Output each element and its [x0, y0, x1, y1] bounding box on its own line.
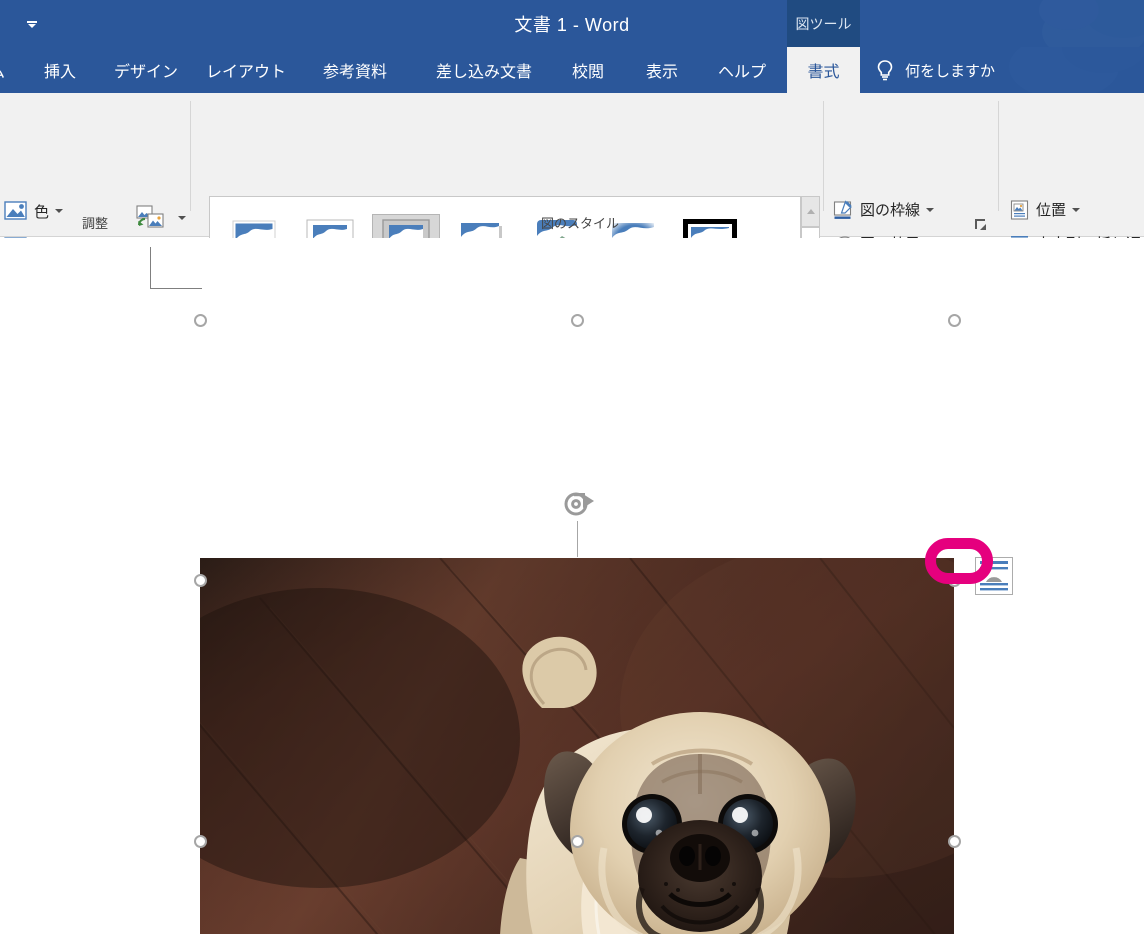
tab-label: 参考資料: [322, 64, 387, 81]
handle-top-center[interactable]: [571, 314, 584, 327]
group-label-picture-styles: 図のスタイル: [540, 216, 619, 231]
handle-bottom-left[interactable]: [194, 835, 207, 848]
ribbon-tab-strip: 何をしますか 挿入 デザイン レイアウト 参考資料 差し込み文書 校閲 表示 ヘルプ 書式 ム: [0, 47, 1144, 93]
position-button[interactable]: 位置: [1010, 199, 1081, 220]
position-label: 位置: [1036, 202, 1067, 219]
gallery-scroll-up-button[interactable]: [801, 196, 820, 227]
handle-middle-right[interactable]: [948, 574, 961, 587]
layout-options-button[interactable]: [975, 557, 1013, 595]
document-canvas[interactable]: [0, 238, 1144, 934]
handle-middle-left[interactable]: [194, 574, 207, 587]
position-icon: [1010, 199, 1029, 220]
tab-3[interactable]: 参考資料: [309, 47, 401, 93]
tab-0[interactable]: 挿入: [35, 47, 85, 93]
title-bar: 文書 1 - Word 図ツール: [0, 0, 1144, 47]
tab-label: 書式: [807, 64, 840, 81]
handle-top-left[interactable]: [194, 314, 207, 327]
rotate-handle[interactable]: [561, 488, 595, 522]
picture-styles-dialog-launcher[interactable]: [973, 217, 989, 233]
tell-me-box[interactable]: 何をしますか: [875, 47, 995, 93]
handle-bottom-center[interactable]: [571, 835, 584, 848]
rotate-stem: [577, 521, 578, 557]
word-window: 文書 1 - Word 図ツール 何をしますか 挿入 デザイン レイアウト 参考資料 差…: [0, 0, 1144, 934]
handle-bottom-right[interactable]: [948, 835, 961, 848]
tab-label: 差し込み文書: [435, 64, 532, 81]
group-separator-borders: [998, 101, 999, 211]
picture-border-button[interactable]: 図の枠線: [833, 199, 935, 220]
tab-6[interactable]: 表示: [637, 47, 687, 93]
pug-puppy-photo[interactable]: [200, 558, 954, 934]
tab-2[interactable]: レイアウト: [203, 47, 289, 93]
chevron-down-icon[interactable]: [1072, 207, 1081, 212]
group-separator-styles: [823, 101, 824, 211]
picture-border-icon: [833, 199, 853, 220]
tab-label: ヘルプ: [718, 64, 767, 81]
page-title: 文書 1 - Word: [514, 15, 630, 35]
group-label-adjust: 調整: [81, 216, 108, 231]
picture-border-label: 図の枠線: [860, 202, 921, 219]
tab-4[interactable]: 差し込み文書: [419, 47, 549, 93]
group-separator-adjust: [190, 101, 191, 211]
tab-label: 挿入: [44, 64, 77, 81]
contextual-tab-group-label: 図ツール: [787, 0, 860, 47]
tab-8[interactable]: 書式: [787, 47, 860, 93]
tab-label: 表示: [646, 64, 679, 81]
tab-5[interactable]: 校閲: [563, 47, 613, 93]
layout-options-icon: [980, 561, 1008, 591]
ribbon: 色 アート効果: [0, 93, 1144, 291]
handle-top-right[interactable]: [948, 314, 961, 327]
margin-guide-horizontal: [150, 288, 202, 289]
tab-label: 校閲: [572, 64, 605, 81]
tell-me-label: 何をしますか: [905, 62, 996, 80]
tab-label: デザイン: [114, 64, 179, 81]
lightbulb-icon: [875, 59, 895, 81]
tab-label: レイアウト: [206, 64, 287, 81]
tab-7[interactable]: ヘルプ: [709, 47, 775, 93]
chevron-down-icon[interactable]: [926, 207, 935, 212]
tab-label: ム: [0, 58, 5, 82]
margin-guide-vertical: [150, 247, 151, 289]
tab-home-partial[interactable]: ム: [0, 47, 12, 93]
tab-1[interactable]: デザイン: [105, 47, 187, 93]
